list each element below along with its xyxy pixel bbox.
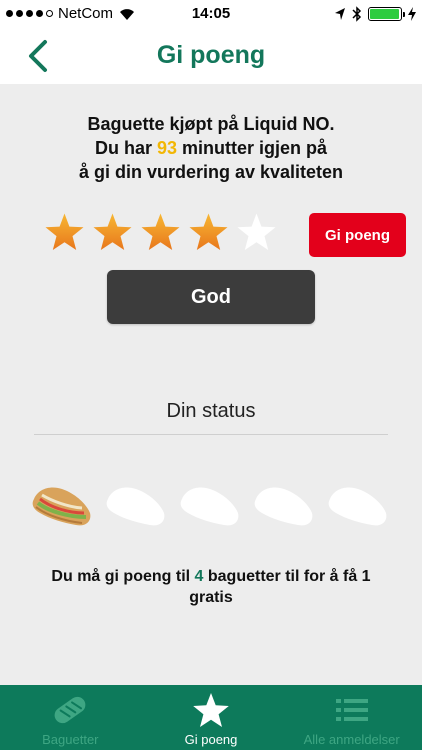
status-bar: NetCom 14:05: [0, 0, 422, 28]
star-filled-icon[interactable]: [140, 212, 181, 253]
baguette-progress: [28, 477, 390, 535]
star-filled-icon[interactable]: [188, 212, 229, 253]
time-remaining-line: Du har 93 minutter igjen på: [0, 136, 422, 160]
note-suffix: baguetter til for å få 1 gratis: [189, 568, 371, 606]
bread-icon: [54, 696, 86, 724]
battery-nub: [403, 12, 405, 17]
battery-icon: [368, 7, 405, 21]
star-filled-icon[interactable]: [92, 212, 133, 253]
list-icon: [335, 699, 368, 721]
purchase-info: Baguette kjøpt på Liquid NO. Du har 93 m…: [0, 112, 422, 184]
tab-bar: Baguetter Gi poeng Alle anmeldelser: [0, 685, 422, 750]
time-suffix: minutter igjen på: [177, 138, 328, 158]
status-right: [334, 6, 416, 22]
progress-note: Du må gi poeng til 4 baguetter til for å…: [30, 566, 392, 608]
star-filled-icon[interactable]: [44, 212, 85, 253]
page-title: Gi poeng: [156, 41, 266, 69]
star-rating: [44, 212, 277, 253]
time-prefix: Du har: [94, 138, 157, 158]
divider: [34, 434, 388, 435]
baguette-empty-icon: [254, 487, 313, 526]
rating-label: God: [107, 270, 315, 324]
charging-bolt-icon: [408, 7, 416, 21]
baguette-empty-icon: [106, 487, 165, 526]
minutes-remaining: 93: [156, 138, 178, 158]
tab-label: Alle anmeldelser: [303, 732, 400, 747]
baguette-empty-icon: [328, 487, 387, 526]
bluetooth-icon: [352, 6, 362, 22]
star-icon: [193, 693, 229, 727]
tab-baguetter[interactable]: Baguetter: [0, 685, 141, 750]
status-heading: Din status: [166, 400, 256, 422]
rating-prompt-line: å gi din vurdering av kvaliteten: [78, 162, 344, 182]
give-points-button[interactable]: Gi poeng: [309, 213, 406, 257]
baguette-empty-icon: [180, 487, 239, 526]
location-arrow-icon: [335, 8, 345, 20]
nav-bar: Gi poeng: [0, 28, 422, 84]
tab-label: Gi poeng: [184, 732, 238, 747]
note-prefix: Du må gi poeng til: [51, 568, 195, 585]
star-empty-icon[interactable]: [236, 212, 277, 253]
battery-fill: [370, 9, 399, 19]
tab-gi-poeng[interactable]: Gi poeng: [141, 685, 282, 750]
baguette-collected-icon: [32, 487, 91, 526]
tab-alle-anmeldelser[interactable]: Alle anmeldelser: [281, 685, 422, 750]
purchase-line: Baguette kjøpt på Liquid NO.: [87, 114, 335, 134]
tab-label: Baguetter: [42, 732, 99, 747]
